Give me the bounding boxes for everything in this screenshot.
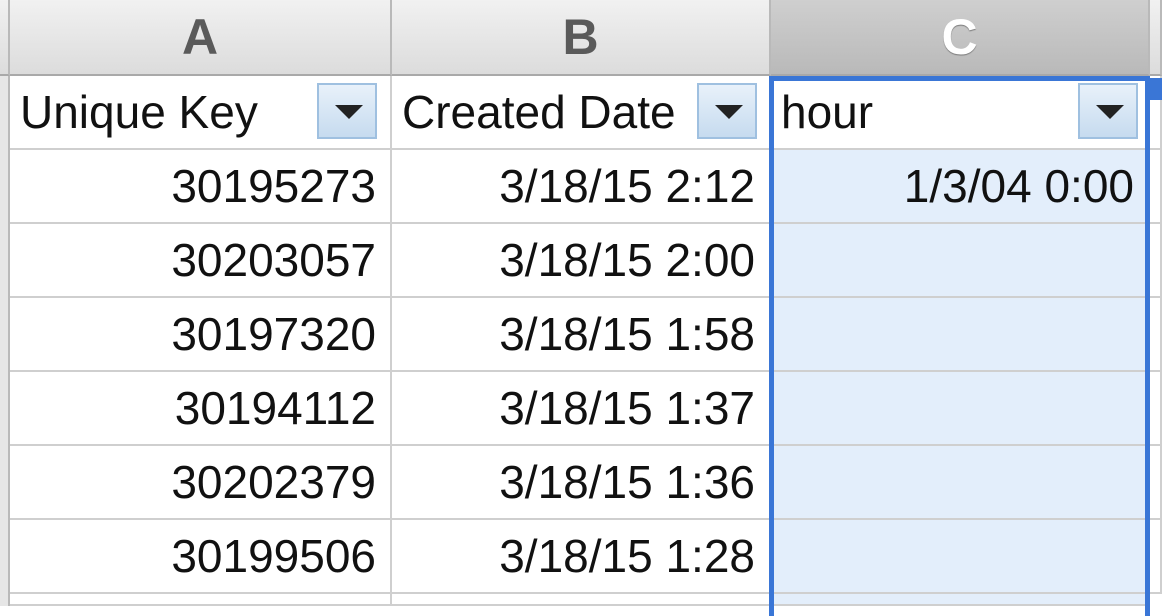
cell-unique-key[interactable]: 30195273 [10,150,392,224]
cell-created-date[interactable]: 3/18/15 1:28 [392,520,771,594]
cell-unique-key[interactable]: 30194112 [10,372,392,446]
cell-hour[interactable] [771,224,1150,298]
cell-unique-key[interactable]: 30203057 [10,224,392,298]
filter-dropdown-button[interactable] [1078,83,1138,139]
cell[interactable] [392,594,771,606]
cell-hour[interactable] [771,520,1150,594]
cell-unique-key[interactable]: 30199506 [10,520,392,594]
cell-created-date[interactable]: 3/18/15 2:00 [392,224,771,298]
cell[interactable] [1150,224,1162,298]
cell-unique-key[interactable]: 30202379 [10,446,392,520]
cell-created-date[interactable]: 3/18/15 1:37 [392,372,771,446]
header-label: Created Date [402,86,676,138]
cell[interactable] [1150,150,1162,224]
column-header-c[interactable]: C [771,0,1150,76]
cell[interactable] [1150,298,1162,372]
row-header-strip[interactable] [0,76,10,606]
filter-dropdown-button[interactable] [317,83,377,139]
filter-dropdown-button[interactable] [697,83,757,139]
column-header-b[interactable]: B [392,0,771,76]
cell[interactable] [1150,520,1162,594]
cell[interactable] [10,594,392,606]
cell[interactable] [1150,446,1162,520]
cell-unique-key[interactable]: 30197320 [10,298,392,372]
cell-hour[interactable] [771,446,1150,520]
column-letter: B [562,9,599,65]
column-letter: A [181,9,219,65]
column-header-a[interactable]: A [10,0,392,76]
cell-hour[interactable]: 1/3/04 0:00 [771,150,1150,224]
selection-resize-handle[interactable] [1146,78,1162,100]
cell[interactable] [1150,372,1162,446]
cell-created-date[interactable]: 3/18/15 1:58 [392,298,771,372]
spreadsheet-grid: A B C Unique Key Created Date hour 30195… [0,0,1162,616]
column-letter: C [941,9,978,65]
cell-hour[interactable] [771,594,1150,606]
column-header-d[interactable] [1150,0,1162,76]
cell-hour[interactable] [771,372,1150,446]
cell-hour[interactable] [771,298,1150,372]
cell-created-date[interactable]: 3/18/15 1:36 [392,446,771,520]
header-label: Unique Key [20,86,258,138]
select-all-corner[interactable] [0,0,10,76]
cell-created-date[interactable]: 3/18/15 2:12 [392,150,771,224]
header-label: hour [781,86,874,138]
